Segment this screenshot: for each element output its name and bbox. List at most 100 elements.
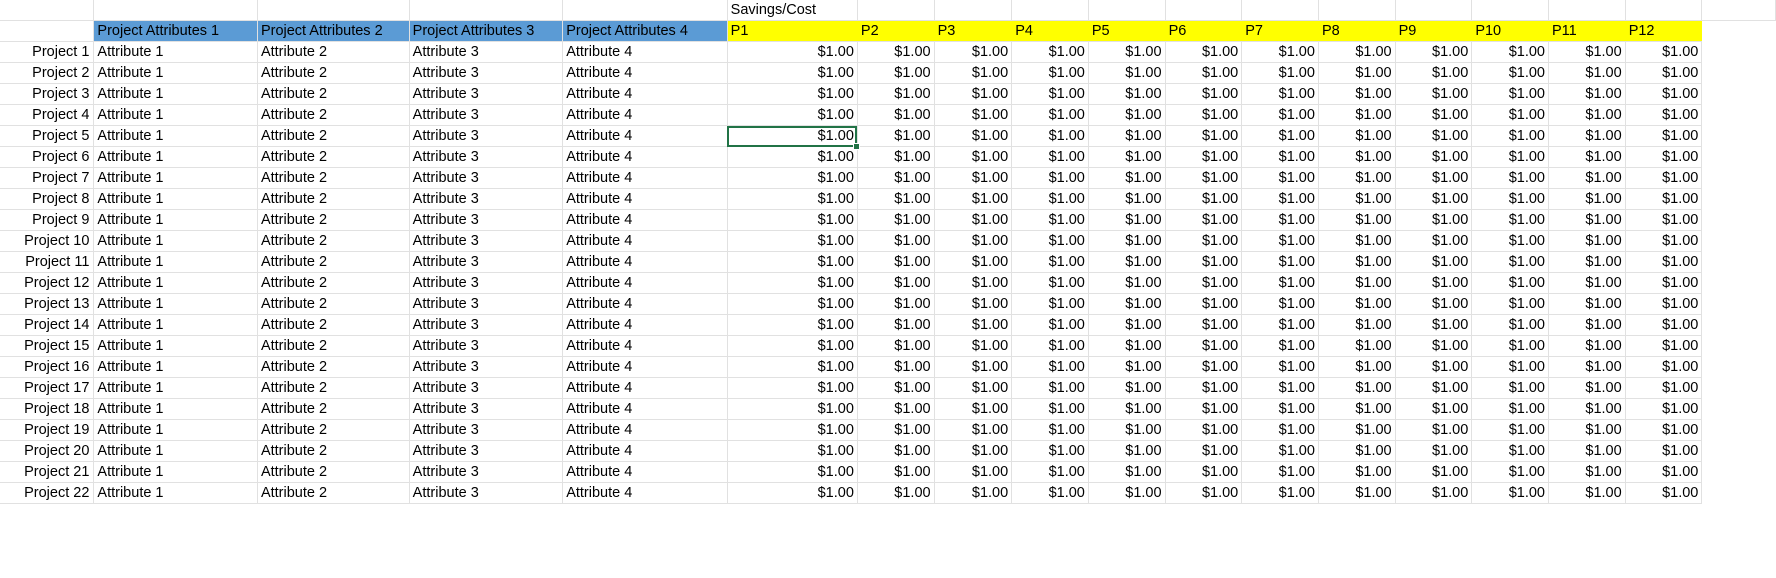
value-cell[interactable]: $1.00 — [1165, 377, 1243, 399]
value-cell[interactable]: $1.00 — [1395, 230, 1473, 252]
value-cell[interactable]: $1.00 — [1165, 167, 1243, 189]
attribute-cell[interactable]: Attribute 3 — [409, 398, 564, 420]
value-cell[interactable]: $1.00 — [727, 125, 858, 147]
value-cell[interactable]: $1.00 — [1011, 146, 1089, 168]
project-label[interactable]: Project 9 — [0, 209, 95, 231]
attribute-cell[interactable]: Attribute 3 — [409, 188, 564, 210]
value-cell[interactable]: $1.00 — [1625, 356, 1703, 378]
attribute-cell[interactable]: Attribute 1 — [93, 335, 258, 357]
value-cell[interactable]: $1.00 — [1471, 125, 1549, 147]
value-cell[interactable]: $1.00 — [1088, 251, 1166, 273]
value-cell[interactable]: $1.00 — [1165, 209, 1243, 231]
attribute-cell[interactable]: Attribute 2 — [257, 230, 410, 252]
value-cell[interactable]: $1.00 — [1548, 41, 1626, 63]
attribute-cell[interactable]: Attribute 4 — [562, 482, 728, 504]
attribute-header-3[interactable]: Project Attributes 3 — [409, 20, 564, 42]
value-cell[interactable]: $1.00 — [1318, 335, 1396, 357]
value-cell[interactable]: $1.00 — [1318, 398, 1396, 420]
value-cell[interactable]: $1.00 — [1548, 293, 1626, 315]
attribute-cell[interactable]: Attribute 2 — [257, 335, 410, 357]
project-label[interactable]: Project 8 — [0, 188, 95, 210]
attribute-cell[interactable]: Attribute 2 — [257, 125, 410, 147]
value-cell[interactable]: $1.00 — [1471, 209, 1549, 231]
attribute-cell[interactable]: Attribute 4 — [562, 314, 728, 336]
value-cell[interactable]: $1.00 — [1395, 272, 1473, 294]
attribute-cell[interactable]: Attribute 2 — [257, 377, 410, 399]
attribute-cell[interactable]: Attribute 2 — [257, 482, 410, 504]
period-header-p5[interactable]: P5 — [1088, 20, 1166, 42]
value-cell[interactable]: $1.00 — [1318, 104, 1396, 126]
attribute-cell[interactable]: Attribute 4 — [562, 440, 728, 462]
value-cell[interactable]: $1.00 — [1471, 398, 1549, 420]
period-header-p6[interactable]: P6 — [1165, 20, 1243, 42]
value-cell[interactable]: $1.00 — [1241, 104, 1319, 126]
project-label[interactable]: Project 7 — [0, 167, 95, 189]
value-cell[interactable]: $1.00 — [1088, 104, 1166, 126]
value-cell[interactable]: $1.00 — [1318, 482, 1396, 504]
value-cell[interactable]: $1.00 — [1165, 104, 1243, 126]
value-cell[interactable]: $1.00 — [727, 398, 858, 420]
value-cell[interactable]: $1.00 — [1318, 251, 1396, 273]
empty-cell[interactable] — [1088, 0, 1166, 21]
value-cell[interactable]: $1.00 — [1548, 230, 1626, 252]
value-cell[interactable]: $1.00 — [1011, 293, 1089, 315]
value-cell[interactable]: $1.00 — [1241, 314, 1319, 336]
value-cell[interactable]: $1.00 — [857, 419, 935, 441]
value-cell[interactable]: $1.00 — [857, 146, 935, 168]
attribute-cell[interactable]: Attribute 3 — [409, 125, 564, 147]
value-cell[interactable]: $1.00 — [934, 188, 1013, 210]
attribute-cell[interactable]: Attribute 3 — [409, 167, 564, 189]
attribute-cell[interactable]: Attribute 1 — [93, 41, 258, 63]
value-cell[interactable]: $1.00 — [1011, 272, 1089, 294]
attribute-cell[interactable]: Attribute 2 — [257, 146, 410, 168]
attribute-cell[interactable]: Attribute 2 — [257, 41, 410, 63]
empty-cell[interactable] — [857, 0, 935, 21]
value-cell[interactable]: $1.00 — [934, 377, 1013, 399]
project-label[interactable]: Project 5 — [0, 125, 95, 147]
attribute-cell[interactable]: Attribute 4 — [562, 272, 728, 294]
attribute-cell[interactable]: Attribute 2 — [257, 272, 410, 294]
attribute-cell[interactable]: Attribute 4 — [562, 83, 728, 105]
attribute-cell[interactable]: Attribute 4 — [562, 461, 728, 483]
value-cell[interactable]: $1.00 — [1625, 419, 1703, 441]
empty-cell[interactable] — [1318, 0, 1396, 21]
value-cell[interactable]: $1.00 — [1625, 209, 1703, 231]
value-cell[interactable]: $1.00 — [1625, 398, 1703, 420]
value-cell[interactable]: $1.00 — [1471, 335, 1549, 357]
value-cell[interactable]: $1.00 — [934, 62, 1013, 84]
attribute-cell[interactable]: Attribute 4 — [562, 125, 728, 147]
value-cell[interactable]: $1.00 — [727, 356, 858, 378]
value-cell[interactable]: $1.00 — [857, 167, 935, 189]
value-cell[interactable]: $1.00 — [1088, 461, 1166, 483]
value-cell[interactable]: $1.00 — [1165, 482, 1243, 504]
value-cell[interactable]: $1.00 — [1088, 377, 1166, 399]
value-cell[interactable]: $1.00 — [857, 272, 935, 294]
value-cell[interactable]: $1.00 — [1471, 230, 1549, 252]
value-cell[interactable]: $1.00 — [1471, 419, 1549, 441]
value-cell[interactable]: $1.00 — [1625, 41, 1703, 63]
value-cell[interactable]: $1.00 — [934, 272, 1013, 294]
value-cell[interactable]: $1.00 — [1318, 440, 1396, 462]
project-label[interactable]: Project 2 — [0, 62, 95, 84]
value-cell[interactable]: $1.00 — [1165, 335, 1243, 357]
value-cell[interactable]: $1.00 — [1011, 440, 1089, 462]
value-cell[interactable]: $1.00 — [1548, 398, 1626, 420]
value-cell[interactable]: $1.00 — [1625, 482, 1703, 504]
value-cell[interactable]: $1.00 — [1471, 314, 1549, 336]
value-cell[interactable]: $1.00 — [1011, 482, 1089, 504]
attribute-cell[interactable]: Attribute 3 — [409, 251, 564, 273]
value-cell[interactable]: $1.00 — [1548, 125, 1626, 147]
value-cell[interactable]: $1.00 — [1625, 335, 1703, 357]
value-cell[interactable]: $1.00 — [934, 125, 1013, 147]
attribute-cell[interactable]: Attribute 4 — [562, 104, 728, 126]
attribute-cell[interactable]: Attribute 1 — [93, 419, 258, 441]
value-cell[interactable]: $1.00 — [1165, 419, 1243, 441]
value-cell[interactable]: $1.00 — [934, 314, 1013, 336]
value-cell[interactable]: $1.00 — [857, 293, 935, 315]
value-cell[interactable]: $1.00 — [1625, 440, 1703, 462]
value-cell[interactable]: $1.00 — [1165, 188, 1243, 210]
attribute-cell[interactable]: Attribute 2 — [257, 62, 410, 84]
value-cell[interactable]: $1.00 — [1471, 62, 1549, 84]
attribute-cell[interactable]: Attribute 2 — [257, 251, 410, 273]
value-cell[interactable]: $1.00 — [1395, 83, 1473, 105]
